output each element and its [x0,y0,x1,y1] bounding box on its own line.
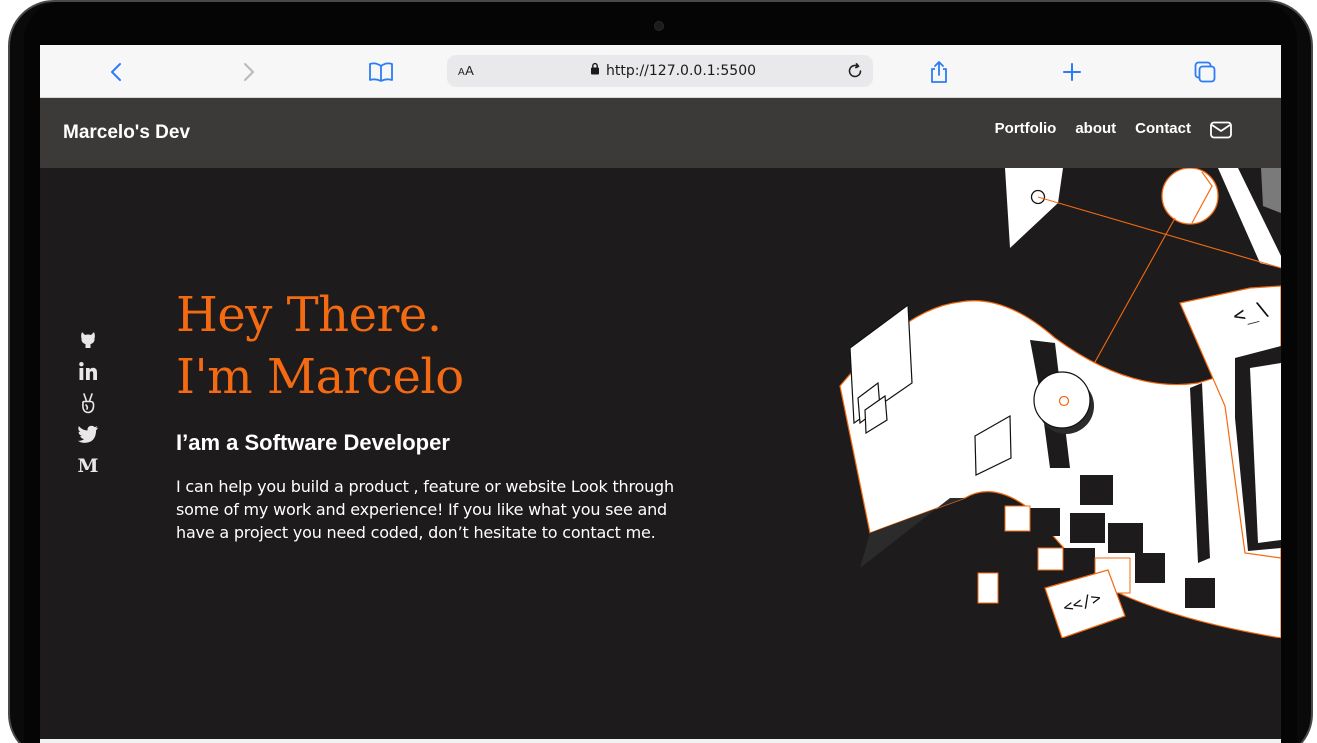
nav-links: Portfolio about Contact [995,120,1191,137]
bottom-strip [40,739,1281,743]
forward-icon[interactable] [234,57,264,87]
new-tab-icon[interactable] [1057,57,1087,87]
address-bar[interactable]: AA http://127.0.0.1:5500 [447,55,873,87]
text-size-button[interactable]: AA [458,63,474,78]
hero-section: M Hey There. I'm Marcelo I’am a Software… [40,168,1281,743]
illustration-circle [1033,371,1091,429]
camera-icon [654,21,664,31]
back-icon[interactable] [101,57,131,87]
site-brand[interactable]: Marcelo's Dev [63,122,190,144]
reload-icon[interactable] [843,59,867,83]
share-icon[interactable] [924,57,954,87]
nav-link-contact[interactable]: Contact [1135,120,1191,137]
nav-link-about[interactable]: about [1075,120,1116,137]
browser-toolbar: AA http://127.0.0.1:5500 [40,45,1281,98]
linkedin-icon[interactable] [77,360,99,381]
url-text: http://127.0.0.1:5500 [606,63,757,79]
nav-link-portfolio[interactable]: Portfolio [995,120,1057,137]
hero-headline: Hey There. I'm Marcelo [176,284,464,408]
github-icon[interactable] [77,328,99,349]
site-navbar: Marcelo's Dev Portfolio about Contact [40,98,1281,168]
hero-description: I can help you build a product , feature… [176,477,674,542]
tabs-icon[interactable] [1190,57,1220,87]
illustration-shape [1005,168,1063,248]
headline-line-2: I'm Marcelo [176,349,464,405]
illustration-circle [1161,168,1219,225]
hero-subtitle: I’am a Software Developer [176,430,450,455]
bookmarks-icon[interactable] [366,57,396,87]
angellist-icon[interactable] [77,392,99,413]
headline-line-1: Hey There. [176,287,442,343]
lock-icon [590,62,600,80]
screen: AA http://127.0.0.1:5500 Marcelo's Dev P… [40,45,1281,743]
medium-icon[interactable]: M [77,456,99,477]
mail-icon[interactable] [1209,120,1233,140]
social-links: M [77,328,99,477]
hero-illustration: <_\ <</> [839,168,1281,638]
twitter-icon[interactable] [77,424,99,445]
